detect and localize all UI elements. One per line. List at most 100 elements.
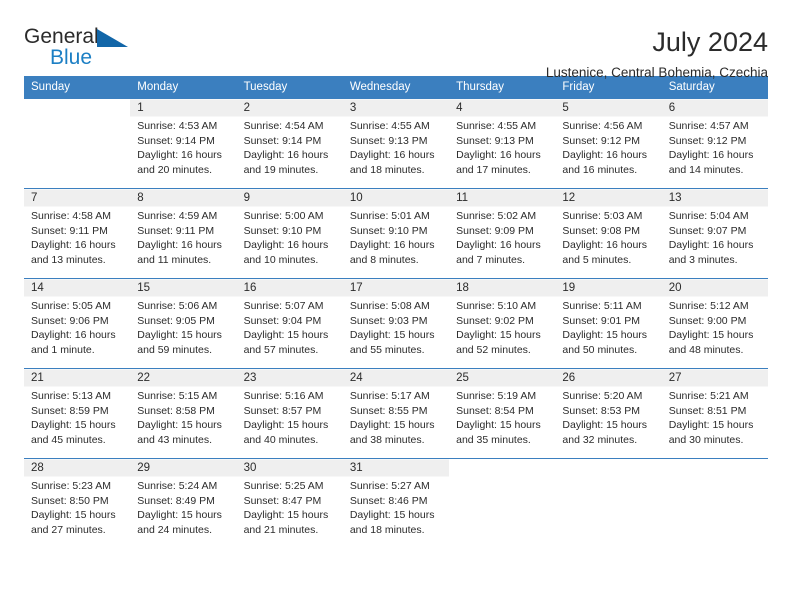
daylight-text-line1: Daylight: 15 hours [31,509,116,521]
day-cell-18[interactable]: 18 Sunrise: 5:10 AM Sunset: 9:02 PM Dayligh… [449,278,556,369]
day-number: 2 [243,102,250,114]
daylight-text-line1: Daylight: 15 hours [31,419,116,431]
day-cell-content: 16 Sunrise: 5:07 AM Sunset: 9:04 PM Dayligh… [237,279,343,357]
sunrise-text: Sunrise: 5:15 AM [137,390,218,402]
day-cell-content: 17 Sunrise: 5:08 AM Sunset: 9:03 PM Dayligh… [343,279,449,357]
sunrise-text: Sunrise: 5:17 AM [349,390,430,402]
daylight-text-line2: and 3 minutes. [668,253,738,266]
daylight-text-line1: Daylight: 15 hours [243,329,329,341]
sunrise-text: Sunrise: 5:01 AM [349,210,430,222]
day-number: 12 [562,192,576,204]
sunset-text: Sunset: 8:51 PM [668,404,747,417]
day-number: 20 [668,282,682,294]
day-cell-29[interactable]: 29 Sunrise: 5:24 AM Sunset: 8:49 PM Dayligh… [130,458,237,549]
day-cell-2[interactable]: 2 Sunrise: 4:54 AM Sunset: 9:14 PM Daylight… [236,98,343,189]
daylight-text-line2: and 10 minutes. [243,253,319,266]
sunset-text: Sunset: 9:10 PM [349,224,428,237]
day-cell-27[interactable]: 27 Sunrise: 5:21 AM Sunset: 8:51 PM Dayligh… [661,368,768,459]
sun-times: Sunrise: 5:27 AM Sunset: 8:46 PM Daylight:… [350,479,442,537]
day-cell-24[interactable]: 24 Sunrise: 5:17 AM Sunset: 8:55 PM Dayligh… [342,368,450,459]
day-cell-13[interactable]: 13 Sunrise: 5:04 AM Sunset: 9:07 PM Dayligh… [661,188,768,279]
sun-times: Sunrise: 4:55 AM Sunset: 9:13 PM Daylight:… [456,119,548,177]
sunrise-text: Sunrise: 4:55 AM [456,120,537,132]
sun-times: Sunrise: 5:23 AM Sunset: 8:50 PM Daylight:… [31,479,123,537]
day-cell-9[interactable]: 9 Sunrise: 5:00 AM Sunset: 9:10 PM Daylight… [236,188,343,279]
day-cell-30[interactable]: 30 Sunrise: 5:25 AM Sunset: 8:47 PM Dayligh… [236,458,343,549]
daylight-text-line2: and 45 minutes. [31,433,106,446]
day-cell-6[interactable]: 6 Sunrise: 4:57 AM Sunset: 9:12 PM Daylight… [661,98,768,189]
day-number: 17 [349,282,363,294]
sun-times: Sunrise: 5:19 AM Sunset: 8:54 PM Daylight:… [456,389,548,447]
daylight-text-line2: and 27 minutes. [31,523,106,536]
sun-times: Sunrise: 5:15 AM Sunset: 8:58 PM Daylight:… [137,389,229,447]
day-cell-22[interactable]: 22 Sunrise: 5:15 AM Sunset: 8:58 PM Dayligh… [130,368,237,459]
weekday-header-thursday: Thursday [449,76,556,99]
sun-times: Sunrise: 5:10 AM Sunset: 9:02 PM Daylight:… [456,299,548,357]
day-cell-content: 7 Sunrise: 4:58 AM Sunset: 9:11 PM Daylight… [24,189,130,267]
sun-times: Sunrise: 4:58 AM Sunset: 9:11 PM Daylight:… [31,209,123,267]
sunset-text: Sunset: 9:12 PM [562,134,641,147]
day-cell-content: 19 Sunrise: 5:11 AM Sunset: 9:01 PM Dayligh… [555,279,661,357]
sunset-text: Sunset: 9:01 PM [562,314,641,327]
day-cell-content: 18 Sunrise: 5:10 AM Sunset: 9:02 PM Dayligh… [449,279,555,357]
day-cell-16[interactable]: 16 Sunrise: 5:07 AM Sunset: 9:04 PM Dayligh… [236,278,343,369]
day-cell-11[interactable]: 11 Sunrise: 5:02 AM Sunset: 9:09 PM Dayligh… [449,188,556,279]
day-cell-empty [555,458,662,549]
day-cell-28[interactable]: 28 Sunrise: 5:23 AM Sunset: 8:50 PM Dayligh… [24,458,131,549]
day-cell-7[interactable]: 7 Sunrise: 4:58 AM Sunset: 9:11 PM Daylight… [24,188,131,279]
day-cell-14[interactable]: 14 Sunrise: 5:05 AM Sunset: 9:06 PM Dayligh… [24,278,131,369]
day-cell-content: 22 Sunrise: 5:15 AM Sunset: 8:58 PM Dayligh… [130,369,236,447]
day-cell-15[interactable]: 15 Sunrise: 5:06 AM Sunset: 9:05 PM Dayligh… [130,278,237,369]
day-number: 10 [349,192,363,204]
daylight-text-line1: Daylight: 15 hours [562,419,648,431]
day-number: 21 [31,372,44,384]
sun-times: Sunrise: 4:59 AM Sunset: 9:11 PM Daylight:… [137,209,229,267]
day-cell-21[interactable]: 21 Sunrise: 5:13 AM Sunset: 8:59 PM Dayligh… [24,368,131,459]
day-cell-31[interactable]: 31 Sunrise: 5:27 AM Sunset: 8:46 PM Dayligh… [342,458,450,549]
day-cell-25[interactable]: 25 Sunrise: 5:19 AM Sunset: 8:54 PM Dayligh… [449,368,556,459]
sunset-text: Sunset: 9:03 PM [349,314,428,327]
sunrise-text: Sunrise: 5:04 AM [668,210,749,222]
day-cell-content: 21 Sunrise: 5:13 AM Sunset: 8:59 PM Dayligh… [24,369,130,447]
sunrise-text: Sunrise: 4:54 AM [243,120,324,132]
day-cell-17[interactable]: 17 Sunrise: 5:08 AM Sunset: 9:03 PM Dayligh… [342,278,450,369]
day-cell-4[interactable]: 4 Sunrise: 4:55 AM Sunset: 9:13 PM Daylight… [449,98,556,189]
day-cell-19[interactable]: 19 Sunrise: 5:11 AM Sunset: 9:01 PM Dayligh… [555,278,662,369]
day-cell-20[interactable]: 20 Sunrise: 5:12 AM Sunset: 9:00 PM Dayligh… [661,278,768,369]
sun-times: Sunrise: 5:00 AM Sunset: 9:10 PM Daylight:… [244,209,336,267]
sun-times: Sunrise: 5:05 AM Sunset: 9:06 PM Daylight:… [31,299,123,357]
day-cell-content: 20 Sunrise: 5:12 AM Sunset: 9:00 PM Dayligh… [662,279,768,357]
day-number: 1 [137,102,144,114]
triangle-icon [97,29,128,47]
sun-times: Sunrise: 5:04 AM Sunset: 9:07 PM Daylight:… [669,209,761,267]
day-number: 22 [137,372,151,384]
sunrise-text: Sunrise: 5:06 AM [137,300,218,312]
calendar-page: General Blue July 2024 Lustenice, Centra… [0,0,792,612]
daylight-text-line2: and 8 minutes. [349,253,419,266]
day-cell-1[interactable]: 1 Sunrise: 4:53 AM Sunset: 9:14 PM Daylight… [130,98,237,189]
sunset-text: Sunset: 9:09 PM [456,224,534,237]
day-number: 4 [456,102,463,114]
day-cell-10[interactable]: 10 Sunrise: 5:01 AM Sunset: 9:10 PM Dayligh… [342,188,450,279]
sunset-text: Sunset: 8:55 PM [349,404,428,417]
page-header: General Blue July 2024 Lustenice, Centra… [24,0,768,81]
day-cell-8[interactable]: 8 Sunrise: 4:59 AM Sunset: 9:11 PM Daylight… [130,188,237,279]
general-blue-logo[interactable]: General Blue [24,26,134,72]
sunset-text: Sunset: 8:46 PM [349,494,428,507]
sunrise-text: Sunrise: 5:23 AM [31,480,111,492]
day-cell-content: 29 Sunrise: 5:24 AM Sunset: 8:49 PM Dayligh… [130,459,236,537]
day-cell-3[interactable]: 3 Sunrise: 4:55 AM Sunset: 9:13 PM Daylight… [342,98,450,189]
day-cell-26[interactable]: 26 Sunrise: 5:20 AM Sunset: 8:53 PM Dayligh… [555,368,662,459]
daylight-text-line2: and 43 minutes. [137,433,212,446]
day-cell-12[interactable]: 12 Sunrise: 5:03 AM Sunset: 9:08 PM Dayligh… [555,188,662,279]
day-cell-23[interactable]: 23 Sunrise: 5:16 AM Sunset: 8:57 PM Dayligh… [236,368,343,459]
sun-times: Sunrise: 4:56 AM Sunset: 9:12 PM Daylight:… [562,119,654,177]
day-cell-5[interactable]: 5 Sunrise: 4:56 AM Sunset: 9:12 PM Daylight… [555,98,662,189]
sunrise-text: Sunrise: 5:12 AM [668,300,749,312]
daylight-text-line1: Daylight: 16 hours [456,239,541,251]
day-cell-content: 11 Sunrise: 5:02 AM Sunset: 9:09 PM Dayligh… [449,189,555,267]
daylight-text-line1: Daylight: 15 hours [349,329,435,341]
sun-times: Sunrise: 5:13 AM Sunset: 8:59 PM Daylight:… [31,389,123,447]
calendar-week-row: 7 Sunrise: 4:58 AM Sunset: 9:11 PM Daylight… [24,188,768,279]
sunrise-text: Sunrise: 5:11 AM [562,300,642,312]
